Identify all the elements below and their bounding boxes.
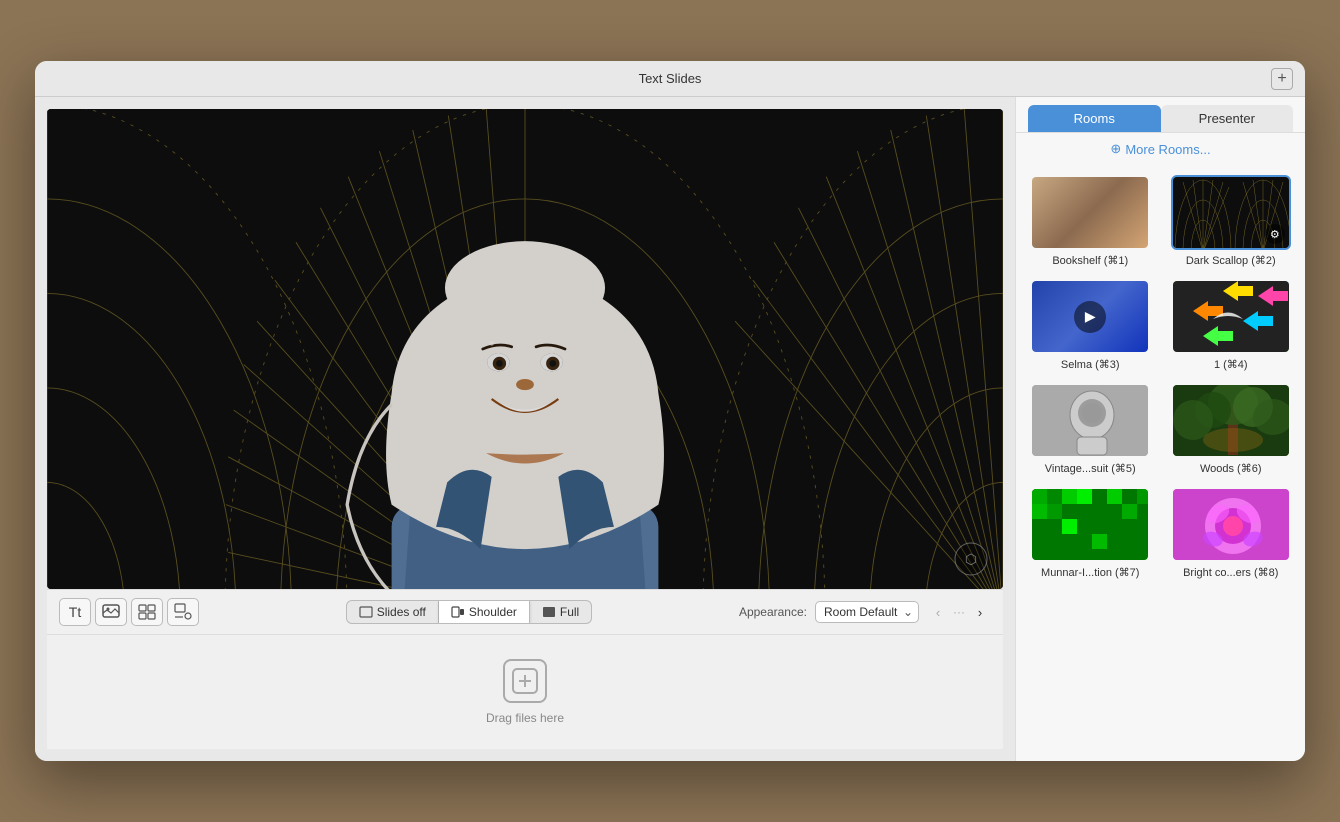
- toolbar-center: Slides off Shoulder: [205, 600, 733, 624]
- slides-off-label: Slides off: [377, 605, 426, 619]
- appearance-label: Appearance:: [739, 605, 807, 619]
- room-image-bright: [1173, 489, 1289, 560]
- room-thumb-vintage: [1030, 383, 1150, 458]
- room-thumb-bright: [1171, 487, 1291, 562]
- room-label-bright: Bright co...ers (⌘8): [1183, 566, 1278, 579]
- room-thumb-munnar: [1030, 487, 1150, 562]
- full-label: Full: [560, 605, 579, 619]
- art-deco-pattern: [47, 109, 1003, 589]
- media-tool-button[interactable]: [95, 598, 127, 626]
- room-image-munnar: [1032, 489, 1148, 560]
- slides-off-icon: [359, 606, 373, 618]
- more-rooms-plus-icon: ⊕: [1110, 141, 1121, 157]
- nav-arrows: ‹ ··· ›: [927, 601, 991, 623]
- room-image-selma: ▶: [1032, 281, 1148, 352]
- view-mode-segmented: Slides off Shoulder: [346, 600, 593, 624]
- room-thumb-bookshelf: [1030, 175, 1150, 250]
- grid-tool-button[interactable]: [131, 598, 163, 626]
- room-thumb-woods: [1171, 383, 1291, 458]
- room-item-bright[interactable]: Bright co...ers (⌘8): [1161, 481, 1302, 585]
- add-button[interactable]: +: [1271, 68, 1293, 90]
- room-label-dark-scallop: Dark Scallop (⌘2): [1186, 254, 1276, 267]
- settings-tool-button[interactable]: [167, 598, 199, 626]
- preview-panel: ⬡ Tt: [35, 97, 1015, 761]
- shoulder-button[interactable]: Shoulder: [439, 601, 530, 623]
- room-label-1: 1 (⌘4): [1214, 358, 1248, 371]
- room-item-selma[interactable]: ▶ Selma (⌘3): [1020, 273, 1161, 377]
- shoulder-icon: [451, 606, 465, 618]
- room-thumb-dark-scallop: ⚙: [1171, 175, 1291, 250]
- room-label-selma: Selma (⌘3): [1061, 358, 1120, 371]
- room-item-munnar[interactable]: Munnar-I...tion (⌘7): [1020, 481, 1161, 585]
- slides-off-button[interactable]: Slides off: [347, 601, 439, 623]
- appearance-select[interactable]: Room Default Light Dark: [815, 601, 919, 623]
- room-item-dark-scallop[interactable]: ⚙ Dark Scallop (⌘2): [1161, 169, 1302, 273]
- room-play-button: ▶: [1074, 301, 1106, 333]
- tab-rooms[interactable]: Rooms: [1028, 105, 1161, 132]
- settings-icon: [174, 603, 192, 621]
- room-label-vintage: Vintage...suit (⌘5): [1045, 462, 1136, 475]
- svg-text:⬡: ⬡: [965, 551, 977, 567]
- tab-presenter[interactable]: Presenter: [1161, 105, 1294, 132]
- room-item-woods[interactable]: Woods (⌘6): [1161, 377, 1302, 481]
- title-bar: Text Slides +: [35, 61, 1305, 97]
- drop-label: Drag files here: [486, 711, 564, 725]
- text-icon: Tt: [69, 604, 81, 620]
- room-item-1[interactable]: 1 (⌘4): [1161, 273, 1302, 377]
- toolbar-left: Tt: [59, 598, 199, 626]
- more-rooms-label: More Rooms...: [1125, 142, 1210, 157]
- room-label-munnar: Munnar-I...tion (⌘7): [1041, 566, 1139, 579]
- window-title: Text Slides: [639, 71, 702, 86]
- grid-icon: [138, 604, 156, 620]
- full-button[interactable]: Full: [530, 601, 591, 623]
- nav-dots: ···: [953, 605, 965, 619]
- main-content: ⬡ Tt: [35, 97, 1305, 761]
- room-label-bookshelf: Bookshelf (⌘1): [1052, 254, 1128, 267]
- toolbar: Tt: [47, 589, 1003, 634]
- preview-image: ⬡: [47, 109, 1003, 589]
- room-gear-icon: ⚙: [1265, 224, 1285, 244]
- room-image-vintage: [1032, 385, 1148, 456]
- toolbar-right: Appearance: Room Default Light Dark ‹ ··…: [739, 601, 991, 623]
- shoulder-label: Shoulder: [469, 605, 517, 619]
- rooms-panel: Rooms Presenter ⊕ More Rooms... Bookshel…: [1015, 97, 1305, 761]
- more-rooms-button[interactable]: ⊕ More Rooms...: [1016, 133, 1305, 165]
- drop-zone[interactable]: Drag files here: [47, 634, 1003, 749]
- nav-prev-button[interactable]: ‹: [927, 601, 949, 623]
- full-icon: [542, 606, 556, 618]
- room-thumb-selma: ▶: [1030, 279, 1150, 354]
- room-image-1: [1173, 281, 1289, 352]
- watermark-icon: ⬡: [953, 541, 989, 577]
- room-item-vintage[interactable]: Vintage...suit (⌘5): [1020, 377, 1161, 481]
- rooms-tabs: Rooms Presenter: [1016, 97, 1305, 133]
- room-image-woods: [1173, 385, 1289, 456]
- text-tool-button[interactable]: Tt: [59, 598, 91, 626]
- room-thumb-1: [1171, 279, 1291, 354]
- room-image-bookshelf: [1032, 177, 1148, 248]
- room-label-woods: Woods (⌘6): [1200, 462, 1262, 475]
- media-icon: [102, 604, 120, 620]
- nav-next-button[interactable]: ›: [969, 601, 991, 623]
- room-item-bookshelf[interactable]: Bookshelf (⌘1): [1020, 169, 1161, 273]
- rooms-grid: Bookshelf (⌘1): [1016, 165, 1305, 589]
- main-window: Text Slides +: [35, 61, 1305, 761]
- drop-icon: [503, 659, 547, 703]
- appearance-select-wrapper[interactable]: Room Default Light Dark: [815, 601, 919, 623]
